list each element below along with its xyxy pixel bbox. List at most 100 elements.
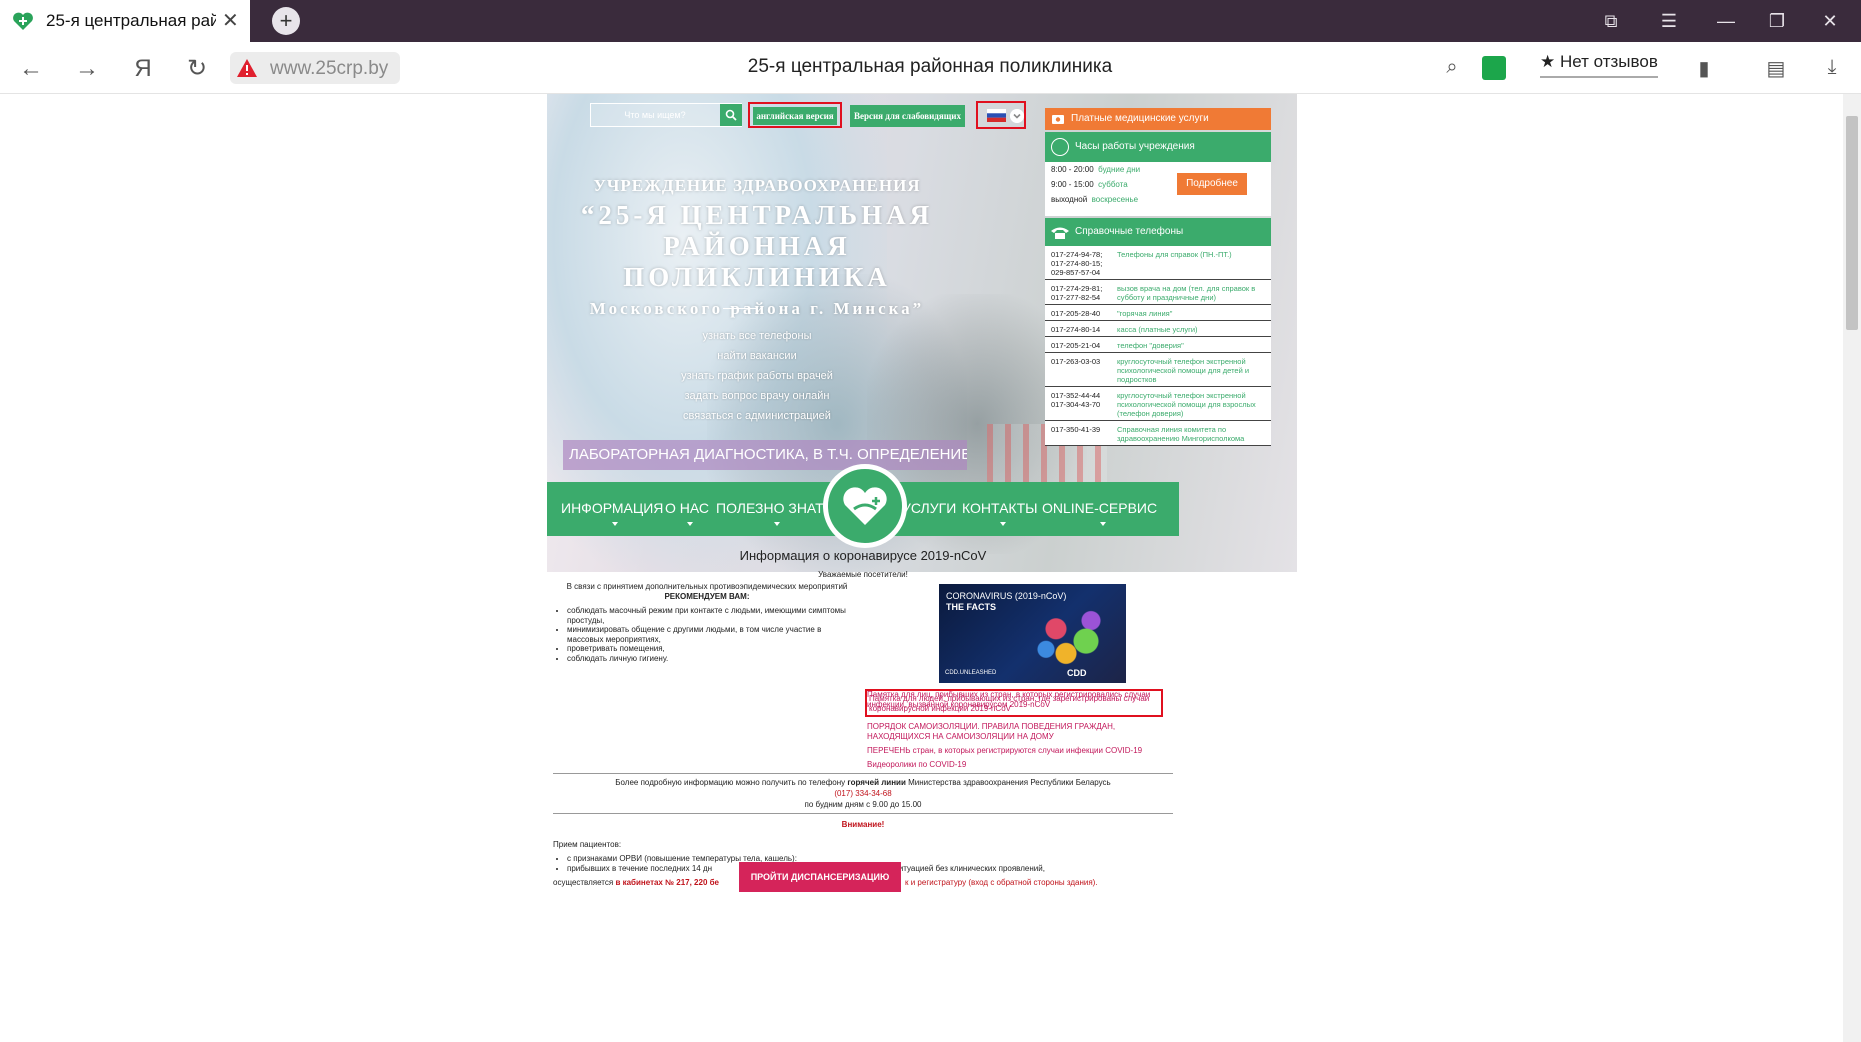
phone-row: 017-274-94-78; 017-274-80-15; 029-857-57…	[1045, 246, 1271, 280]
downloads-icon[interactable]: ⤓	[1820, 56, 1844, 80]
intro-line: В связи с принятием дополнительных проти…	[566, 582, 848, 591]
image-subtitle: THE FACTS	[946, 602, 997, 612]
hero-line-1: УЧРЕЖДЕНИЕ ЗДРАВООХРАНЕНИЯ	[593, 176, 921, 195]
self-isolation-link[interactable]: ПОРЯДОК САМОИЗОЛЯЦИИ. ПРАВИЛА ПОВЕДЕНИЯ …	[867, 722, 1177, 741]
browser-tab[interactable]: 25-я центральная райо ✕	[0, 0, 250, 42]
clock-icon	[1051, 138, 1069, 156]
bookmarks-panel-icon[interactable]: ⧉	[1598, 8, 1624, 34]
forward-button[interactable]: →	[72, 54, 102, 84]
tab-bar: 25-я центральная райо ✕ + ⧉ ☰ — ❐ ✕	[0, 0, 1861, 42]
wifi-protect-icon[interactable]	[1482, 56, 1506, 80]
videos-link[interactable]: Видеоролики по COVID-19	[867, 760, 1177, 770]
tab-close-icon[interactable]: ✕	[222, 8, 239, 33]
nav-contacts[interactable]: КОНТАКТЫ	[962, 500, 1038, 526]
hours-time: 9:00 - 15:00	[1051, 180, 1094, 189]
address-bar: ← → Я ↻ www.25crp.by 25-я центральная ра…	[0, 42, 1861, 94]
phone-description: круглосуточный телефон экстренной психол…	[1117, 357, 1250, 384]
phone-row: 017-263-03-03 круглосуточный телефон экст…	[1045, 353, 1271, 387]
countries-list-link[interactable]: ПЕРЕЧЕНЬ стран, в которых регистрируются…	[867, 746, 1177, 756]
recommendation-list: соблюдать масочный режим при контакте с …	[561, 606, 851, 663]
site-logo[interactable]	[823, 464, 907, 548]
hours-row: 8:00 - 20:00 будние дни	[1051, 165, 1140, 174]
tab-title: 25-я центральная райо	[46, 11, 216, 30]
molecule-graphic	[1021, 596, 1121, 678]
list-item: соблюдать личную гигиену.	[567, 654, 851, 664]
hero-link-schedule[interactable]: узнать график работы врачей	[547, 366, 967, 386]
phone-number[interactable]: 017-274-29-81; 017-277-82-54	[1051, 284, 1113, 302]
menu-icon[interactable]: ☰	[1656, 8, 1682, 34]
marquee-banner[interactable]: ЛАБОРАТОРНАЯ ДИАГНОСТИКА, В Т.Ч. ОПРЕДЕЛ…	[563, 440, 967, 470]
list-item: минимизировать общение с другими людьми,…	[567, 625, 851, 644]
language-selector[interactable]	[976, 101, 1026, 129]
search-page-icon[interactable]: ⌕	[1440, 56, 1464, 80]
hotline-number: (017) 334-34-68	[834, 789, 892, 798]
phone-description: телефон "доверия"	[1117, 341, 1184, 350]
phones-table: 017-274-94-78; 017-274-80-15; 029-857-57…	[1045, 246, 1271, 446]
low-vision-button[interactable]: Версия для слабовидящих	[850, 105, 965, 127]
hero-line-2b: РАЙОННАЯ	[663, 231, 851, 261]
hero-link-ask-doctor[interactable]: задать вопрос врачу онлайн	[547, 386, 967, 406]
phone-number[interactable]: 017-274-94-78; 017-274-80-15; 029-857-57…	[1051, 250, 1113, 277]
back-button[interactable]: ←	[16, 54, 46, 84]
memo-link-arriving[interactable]: Памятка для людей, прибывающих из стран,…	[869, 694, 1179, 713]
phone-number[interactable]: 017-350-41-39	[1051, 425, 1113, 434]
recommend-heading: РЕКОМЕНДУЕМ ВАМ:	[664, 592, 750, 601]
yandex-icon[interactable]: Я	[128, 54, 158, 84]
nav-useful[interactable]: ПОЛЕЗНО ЗНАТЬ	[716, 500, 833, 526]
reader-icon[interactable]: ▤	[1764, 56, 1788, 80]
nav-info-label: ИНФОРМАЦИЯ	[561, 500, 664, 516]
heart-cross-logo-icon	[843, 487, 887, 525]
more-button[interactable]: Подробнее	[1177, 173, 1247, 195]
hours-days: будние дни	[1098, 165, 1141, 174]
phone-number[interactable]: 017-205-21-04	[1051, 341, 1113, 350]
url-text: www.25crp.by	[270, 58, 389, 79]
scrollbar-thumb[interactable]	[1846, 116, 1858, 330]
reception-item-right: й ситуацией без клинических проявлений,	[888, 864, 1045, 873]
phone-number[interactable]: 017-352-44-44 017-304-43-70	[1051, 391, 1113, 409]
reception-footer-red: в кабинетах № 217, 220 бе	[615, 878, 719, 887]
nav-info[interactable]: ИНФОРМАЦИЯ	[561, 500, 664, 526]
phone-number[interactable]: 017-205-28-40	[1051, 309, 1113, 318]
new-tab-button[interactable]: +	[272, 7, 300, 35]
hours-time: 8:00 - 20:00	[1051, 165, 1094, 174]
search-button[interactable]	[720, 104, 742, 126]
restore-button[interactable]: ❐	[1764, 8, 1790, 34]
warning-icon	[237, 59, 257, 77]
english-version-button[interactable]: английская версия	[753, 107, 837, 125]
paid-services-link[interactable]: Платные медицинские услуги	[1045, 108, 1271, 130]
reviews-button[interactable]: ★ Нет отзывов	[1540, 52, 1658, 78]
list-item: проветривать помещения,	[567, 644, 851, 654]
paid-services-label: Платные медицинские услуги	[1071, 113, 1209, 124]
reception-title: Прием пациентов:	[553, 840, 622, 849]
phone-number[interactable]: 017-263-03-03	[1051, 357, 1113, 366]
url-field[interactable]: www.25crp.by	[230, 52, 400, 84]
nav-services[interactable]: УСЛУГИ	[902, 500, 956, 516]
dispensary-button[interactable]: ПРОЙТИ ДИСПАНСЕРИЗАЦИЮ	[739, 862, 901, 892]
coronavirus-facts-image[interactable]: CORONAVIRUS (2019-nCoV) THE FACTS CDD.UN…	[939, 584, 1126, 683]
image-brand-small: CDD.UNLEASHED	[945, 670, 997, 676]
nav-online[interactable]: ONLINE-СЕРВИС	[1042, 500, 1158, 526]
search-input[interactable]	[591, 104, 719, 126]
reload-button[interactable]: ↻	[182, 54, 212, 84]
hero-line-2a: “25-Я ЦЕНТРАЛЬНАЯ	[580, 200, 934, 230]
hours-row: 9:00 - 15:00 суббота	[1051, 180, 1128, 189]
hours-row: выходной воскресенье	[1051, 195, 1138, 204]
attention-heading: Внимание!	[841, 820, 885, 829]
hero-link-vacancies[interactable]: найти вакансии	[547, 346, 967, 366]
hours-body: 8:00 - 20:00 будние дни 9:00 - 15:00 суб…	[1045, 162, 1271, 216]
hours-time: выходной	[1051, 195, 1088, 204]
nav-services-label: УСЛУГИ	[902, 500, 957, 516]
nav-online-label: ONLINE-СЕРВИС	[1042, 500, 1158, 516]
nav-about[interactable]: О НАС	[665, 500, 709, 526]
phone-description: "горячая линия"	[1117, 309, 1173, 318]
close-window-button[interactable]: ✕	[1817, 8, 1843, 34]
hero-link-contact-admin[interactable]: связаться с администрацией	[547, 406, 967, 426]
hotline-hours: по будним дням с 9.00 до 15.00	[804, 800, 922, 809]
minimize-button[interactable]: —	[1713, 8, 1739, 34]
bookmark-icon[interactable]: ▮	[1692, 56, 1716, 80]
hero-link-phones[interactable]: узнать все телефоны	[547, 326, 967, 346]
site-search	[590, 103, 742, 127]
phone-number[interactable]: 017-274-80-14	[1051, 325, 1113, 334]
phone-description: круглосуточный телефон экстренной психол…	[1117, 391, 1256, 418]
website: английская версия Версия для слабовидящи…	[547, 94, 1297, 1042]
